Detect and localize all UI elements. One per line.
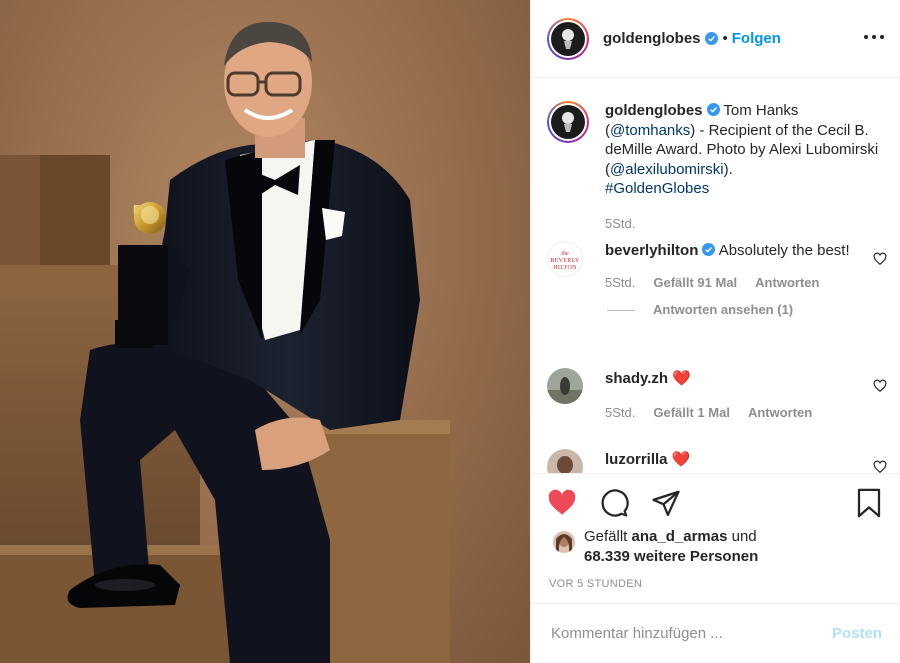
comment-body: ❤️ (672, 370, 691, 387)
comment-body: Absolutely the best! (718, 242, 850, 259)
like-comment-heart-icon[interactable] (873, 379, 887, 393)
share-icon[interactable] (651, 488, 681, 518)
post-caption: goldenglobes Tom Hanks (@tomhanks) - Rec… (547, 101, 887, 233)
separator-dot: • (722, 30, 728, 47)
caption-username[interactable]: goldenglobes (605, 102, 703, 119)
author-avatar[interactable] (547, 17, 589, 60)
avatar-photo (553, 531, 575, 553)
verified-badge-icon (706, 103, 720, 116)
post-timestamp[interactable]: VOR 5 STUNDEN (549, 578, 642, 590)
liked-by-username[interactable]: ana_d_armas (632, 528, 728, 545)
author-username[interactable]: goldenglobes (603, 30, 701, 47)
beverly-hilton-logo-text: HILTON (553, 265, 577, 271)
replies-line (607, 310, 635, 311)
avatar-photo (547, 449, 583, 473)
comment-time[interactable]: 5Std. (605, 275, 635, 290)
caption-avatar[interactable] (547, 101, 589, 143)
mention-alexilubomirski[interactable]: @alexilubomirski (610, 161, 724, 178)
like-heart-icon[interactable] (547, 488, 577, 518)
reply-button[interactable]: Antworten (748, 405, 812, 420)
comment-item: shady.zh ❤️ 5Std. Gefällt 1 Mal Antworten (547, 368, 887, 420)
commenter-avatar[interactable]: the BEVERLY HILTON (547, 241, 583, 277)
post-photo-illustration (0, 21, 450, 663)
likes-summary: Gefällt ana_d_armas und 68.339 weitere P… (553, 527, 758, 567)
hashtag-goldenglobes[interactable]: #GoldenGlobes (605, 180, 709, 197)
commenter-username[interactable]: beverlyhilton (605, 242, 698, 259)
comment-meta: 5Std. Gefällt 91 Mal Antworten (605, 275, 887, 290)
comments-list[interactable]: goldenglobes Tom Hanks (@tomhanks) - Rec… (531, 79, 900, 473)
avatar-photo (547, 368, 583, 404)
caption-time[interactable]: 5Std. (605, 214, 887, 234)
view-replies-label: Antworten ansehen (1) (653, 302, 794, 317)
more-options-icon[interactable] (864, 27, 884, 47)
likes-others-count[interactable]: 68.339 weitere Personen (584, 548, 758, 565)
beverly-hilton-logo-text: the (561, 251, 569, 257)
comment-time[interactable]: 5Std. (605, 405, 635, 420)
comment-meta: 5Std. Gefällt 1 Mal Antworten (605, 405, 887, 420)
commenter-username[interactable]: luzorrilla (605, 451, 668, 468)
comment-body: ❤️ (671, 451, 691, 468)
view-replies-button[interactable]: Antworten ansehen (1) (549, 302, 887, 317)
comment-likes[interactable]: Gefällt 1 Mal (653, 405, 730, 420)
golden-globe-logo (562, 112, 574, 132)
likes-prefix: Gefällt (584, 528, 628, 545)
add-comment-bar: Posten (531, 603, 900, 663)
commenter-username[interactable]: shady.zh (605, 370, 668, 387)
post-actions: Gefällt ana_d_armas und 68.339 weitere P… (531, 473, 900, 603)
likes-conjunction: und (731, 528, 757, 545)
beverly-hilton-logo-text: BEVERLY (550, 258, 580, 264)
like-comment-heart-icon[interactable] (873, 252, 887, 266)
comment-icon[interactable] (599, 488, 629, 518)
follow-button[interactable]: Folgen (732, 30, 781, 47)
bookmark-icon[interactable] (856, 488, 882, 518)
like-comment-heart-icon[interactable] (873, 460, 887, 473)
post-comment-button[interactable]: Posten (832, 625, 882, 642)
comment-text: shady.zh ❤️ (605, 368, 887, 389)
caption-text-part: ). (723, 160, 733, 178)
comment-text: luzorrilla ❤️ (605, 449, 887, 470)
mention-tomhanks[interactable]: @tomhanks (610, 122, 690, 139)
comment-text: beverlyhilton Absolutely the best! (605, 241, 887, 261)
comment-input[interactable] (551, 625, 832, 642)
verified-badge-icon (704, 32, 718, 45)
comment-item: luzorrilla ❤️ (547, 449, 887, 473)
comment-likes[interactable]: Gefällt 91 Mal (653, 275, 737, 290)
verified-badge-icon (702, 243, 716, 256)
comment-item: the BEVERLY HILTON beverlyhilton Absolut… (547, 241, 887, 317)
commenter-avatar[interactable] (547, 449, 583, 473)
golden-globe-logo (562, 28, 574, 49)
caption-text: goldenglobes Tom Hanks (@tomhanks) - Rec… (605, 101, 887, 233)
post-photo[interactable] (0, 0, 530, 663)
post-detail-panel: goldenglobes • Folgen goldenglobes Tom H… (530, 0, 900, 663)
post-header: goldenglobes • Folgen (531, 0, 900, 78)
reply-button[interactable]: Antworten (755, 275, 819, 290)
action-icons-row (547, 488, 703, 518)
commenter-avatar[interactable] (547, 368, 583, 404)
liker-avatar[interactable] (553, 531, 575, 553)
